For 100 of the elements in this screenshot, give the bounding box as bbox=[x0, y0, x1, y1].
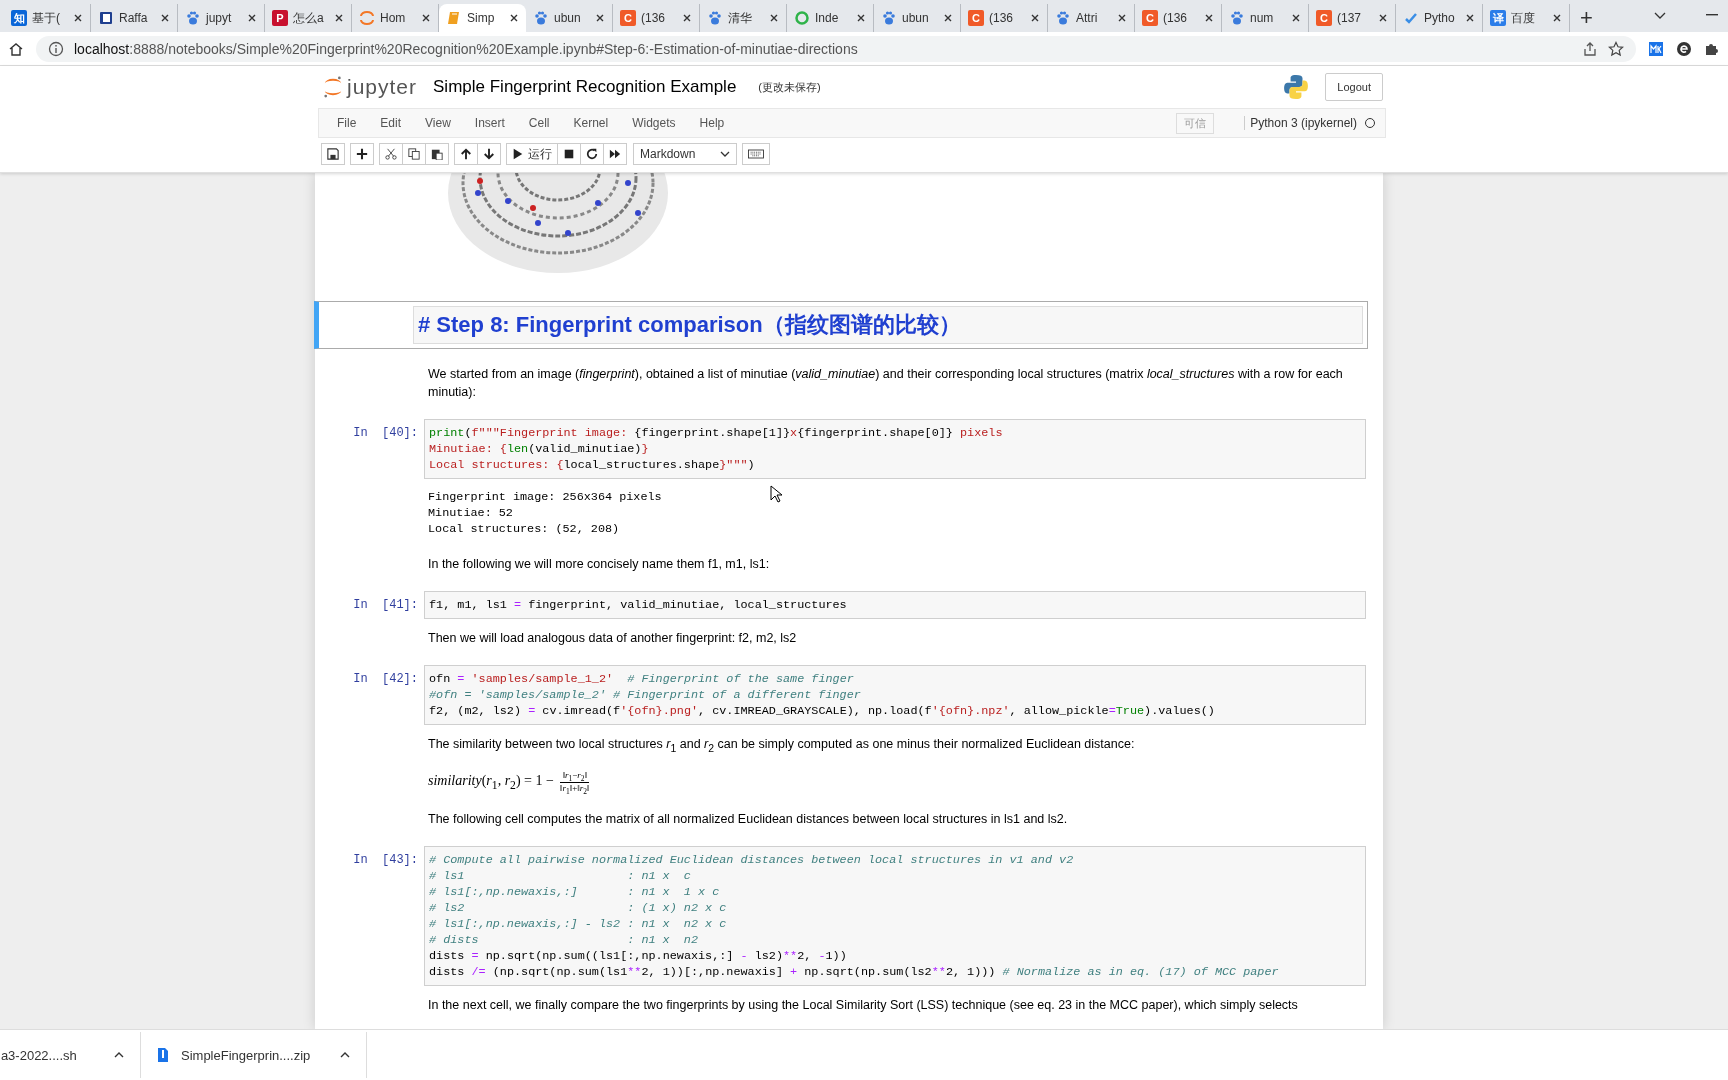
close-icon[interactable] bbox=[943, 13, 953, 23]
download-item[interactable]: SimpleFingerprin....zip bbox=[141, 1032, 367, 1078]
code-input[interactable]: f1, m1, ls1 = fingerprint, valid_minutiae, local_structures bbox=[424, 591, 1366, 619]
cell-prompt: In [40]: bbox=[353, 425, 418, 441]
menu-item[interactable]: Edit bbox=[368, 116, 414, 130]
share-icon[interactable] bbox=[1582, 40, 1598, 57]
menu-item[interactable]: Kernel bbox=[561, 116, 621, 130]
close-icon[interactable] bbox=[421, 13, 431, 23]
logo-icon: C bbox=[1142, 10, 1158, 26]
chevron-up-icon[interactable] bbox=[114, 1052, 124, 1058]
home-icon[interactable] bbox=[8, 40, 24, 57]
new-tab-button[interactable]: + bbox=[1570, 4, 1603, 32]
copy-icon bbox=[408, 148, 420, 160]
arrow-down-icon bbox=[483, 148, 495, 160]
browser-tab[interactable]: Simp bbox=[439, 4, 526, 32]
close-icon[interactable] bbox=[1465, 13, 1475, 23]
close-icon[interactable] bbox=[856, 13, 866, 23]
close-icon[interactable] bbox=[160, 13, 170, 23]
cell-prompt: In [41]: bbox=[353, 597, 418, 613]
star-icon[interactable] bbox=[1608, 40, 1624, 57]
scissors-icon bbox=[385, 148, 397, 160]
ring-icon bbox=[794, 10, 810, 26]
paw-icon bbox=[533, 10, 549, 26]
jupyter-logo-icon[interactable] bbox=[323, 75, 343, 99]
logo-icon: P bbox=[272, 10, 288, 26]
arrow-up-icon bbox=[460, 148, 472, 160]
info-icon[interactable] bbox=[48, 40, 64, 57]
address-field[interactable]: localhost:8888/notebooks/Simple%20Fingerprint%20Recognition%20Example.ipynb#Step-6:-Estimation-of-minutiae-directions bbox=[36, 35, 1636, 62]
close-icon[interactable] bbox=[1552, 13, 1562, 23]
close-icon[interactable] bbox=[769, 13, 779, 23]
cell-type-dropdown[interactable]: Markdown bbox=[633, 143, 737, 165]
close-icon[interactable] bbox=[1378, 13, 1388, 23]
paw-icon bbox=[1055, 10, 1071, 26]
paw-icon bbox=[1229, 10, 1245, 26]
markdown-text: We started from an image (fingerprint), obtained a list of minutiae (valid_minutiae) and their corresponding local structures (matrix local_structures with a row for each minutia): bbox=[427, 366, 1344, 401]
markdown-text: The similarity between two local structures r$_{1}$ and r$_{2}$ can be simply computed as one minus their normalized Euclidean distance: bbox=[427, 736, 1136, 756]
menu-item[interactable]: Widgets bbox=[620, 116, 688, 130]
logo-icon: C bbox=[1316, 10, 1332, 26]
restart-button[interactable] bbox=[580, 143, 604, 165]
keyboard-icon bbox=[748, 149, 764, 159]
close-icon[interactable] bbox=[682, 13, 692, 23]
move-down-button[interactable] bbox=[477, 143, 501, 165]
fast-forward-button[interactable] bbox=[603, 143, 627, 165]
code-input[interactable]: ofn = 'samples/sample_1_2' # Fingerprint of the same finger #ofn = 'samples/sample_2' # Fingerprint of a different finger f2, (m2, ls2) = cv.imread(f'{ofn}.png', cv.IMREAD_GRAYSCALE), np.load(f'{ofn}.npz', allow_pickle=True).values() bbox=[424, 665, 1366, 725]
close-icon[interactable] bbox=[1291, 13, 1301, 23]
paw-icon bbox=[881, 10, 897, 26]
save-button[interactable] bbox=[321, 143, 345, 165]
code-input[interactable]: print(f"""Fingerprint image: {fingerprint.shape[1]}x{fingerprint.shape[0]} pixels Minutiae: {len(valid_minutiae)} Local structures: {local_structures.shape}""") bbox=[424, 419, 1366, 479]
move-up-button[interactable] bbox=[454, 143, 478, 165]
close-icon[interactable] bbox=[1030, 13, 1040, 23]
chevron-down-icon bbox=[720, 151, 730, 157]
keyboard-button[interactable] bbox=[742, 143, 770, 165]
logo-icon: 知 bbox=[11, 10, 27, 26]
plus-icon bbox=[356, 148, 368, 160]
restart-icon bbox=[586, 148, 598, 160]
notebook-icon bbox=[446, 10, 462, 26]
close-icon[interactable] bbox=[595, 13, 605, 23]
book-icon bbox=[98, 10, 114, 26]
save-status: (更改未保存) bbox=[758, 79, 821, 95]
minimize-icon[interactable] bbox=[1706, 14, 1718, 16]
close-icon[interactable] bbox=[334, 13, 344, 23]
code-input[interactable]: # Compute all pairwise normalized Euclidean distances between local structures in v1 and v2 # ls1 : n1 x c # ls1[:,np.newaxis,:] : n1 x 1 x c # ls2 : (1 x) n2 x c # ls1[:,np.newaxis,:] - ls2 : n1 x n2 x c # dists : n1 x n2 dists = np.sqrt(np.sum((ls1[:,np.newaxis,:] - ls2)**2, -1)) dists /= (np.sqrt(np.sum(ls1**2, 1))[:,np.newaxis] + np.sqrt(np.sum(ls2**2, 1))) # Normalize as in eq. (17) of MCC paper bbox=[424, 846, 1366, 987]
copy-button[interactable] bbox=[402, 143, 426, 165]
menu-item[interactable]: Cell bbox=[516, 116, 562, 130]
logout-button[interactable]: Logout bbox=[1325, 73, 1383, 101]
logo-icon: C bbox=[968, 10, 984, 26]
play-icon bbox=[512, 148, 524, 160]
markdown-text: The following cell computes the matrix of all normalized Euclidean distances between local structures in ls1 and ls2. bbox=[427, 811, 1069, 829]
insert-cell-button[interactable] bbox=[350, 143, 374, 165]
run-button[interactable]: 运行 bbox=[506, 143, 558, 165]
chevron-down-icon[interactable] bbox=[1654, 12, 1666, 20]
chevron-up-icon[interactable] bbox=[340, 1052, 350, 1058]
menu-item[interactable]: View bbox=[413, 116, 463, 130]
menu-item[interactable]: Insert bbox=[462, 116, 517, 130]
close-icon[interactable] bbox=[247, 13, 257, 23]
close-icon[interactable] bbox=[509, 13, 519, 23]
fast-forward-icon bbox=[609, 148, 621, 160]
paste-button[interactable] bbox=[425, 143, 449, 165]
cut-button[interactable] bbox=[379, 143, 403, 165]
stop-icon bbox=[563, 148, 575, 160]
logo-icon: C bbox=[620, 10, 636, 26]
markdown-cell[interactable]: # Step 8: Fingerprint comparison（指纹图谱的比较） bbox=[314, 301, 1368, 349]
menu-item[interactable]: File bbox=[325, 116, 369, 130]
cell-prompt: In [42]: bbox=[353, 671, 418, 687]
jupyter-wordmark[interactable]: jupyter bbox=[347, 75, 418, 99]
python-logo-icon bbox=[1283, 74, 1310, 100]
close-icon[interactable] bbox=[73, 13, 83, 23]
save-icon bbox=[327, 148, 339, 160]
close-icon[interactable] bbox=[1117, 13, 1127, 23]
paw-icon bbox=[185, 10, 201, 26]
math-formula: similarity(r$_{1}$, r$_{2}$) = 1 − ‖r$_{1}$−r$_{2}$‖ ‖r$_{1}$‖+‖r$_{2}$‖ bbox=[428, 769, 590, 797]
stop-button[interactable] bbox=[557, 143, 581, 165]
notebook-title[interactable]: Simple Fingerprint Recognition Example bbox=[433, 77, 737, 97]
extension-icon[interactable] bbox=[1676, 40, 1692, 57]
markdown-text: In the next cell, we finally compare the two fingerprints by using the Local Similarity Sort (LSS) technique (see eq. 23 in the MCC paper), which simply selects bbox=[427, 997, 1299, 1015]
logo-icon: 译 bbox=[1490, 10, 1506, 26]
mouse-cursor-icon bbox=[770, 485, 782, 503]
close-icon[interactable] bbox=[1204, 13, 1214, 23]
cell-prompt: In [43]: bbox=[353, 852, 418, 869]
menu-item[interactable]: Help bbox=[687, 116, 737, 130]
